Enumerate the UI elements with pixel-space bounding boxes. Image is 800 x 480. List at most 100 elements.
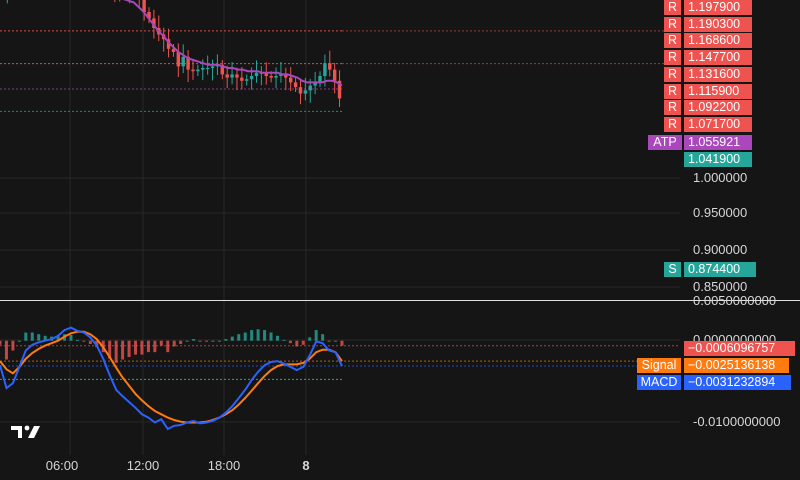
macd-histogram-bar <box>140 340 144 355</box>
candle-body <box>245 79 249 81</box>
candle-body <box>328 63 332 70</box>
price-tick-label: 0.850000 <box>693 279 747 294</box>
candle-body <box>274 76 278 78</box>
candle-body <box>191 69 195 72</box>
atp-tag: ATP <box>648 135 682 150</box>
resistance-tag: R <box>664 117 681 132</box>
macd-histogram-bar <box>237 334 241 341</box>
resistance-tag: R <box>664 67 681 82</box>
macd-histogram-bar <box>327 340 331 342</box>
macd-histogram-bar <box>275 335 279 341</box>
candle-body <box>298 87 303 94</box>
macd-histogram-bar <box>230 336 234 341</box>
candle-body <box>269 76 273 78</box>
resistance-tag: R <box>664 84 681 99</box>
macd-histogram-bar <box>340 340 344 346</box>
candle-body <box>201 68 205 70</box>
candle-body <box>181 56 185 67</box>
tradingview-logo[interactable] <box>10 422 44 442</box>
macd-histogram-bar <box>185 340 189 342</box>
resistance-price-label: 1.168600 <box>684 33 752 48</box>
macd-histogram-bar <box>88 340 92 344</box>
resistance-tag: R <box>664 17 681 32</box>
resistance-price-label: 1.071700 <box>684 117 752 132</box>
atp-value-label: 1.055921 <box>684 135 752 150</box>
macd-histogram-bar <box>159 340 163 346</box>
macd-histogram-bar <box>0 340 2 345</box>
macd-histogram-bar <box>134 340 138 355</box>
macd-histogram-bar <box>204 340 208 342</box>
resistance-price-label: 1.197900 <box>684 0 752 15</box>
signal-name-tag: Signal <box>637 358 681 373</box>
candle-body <box>303 90 308 94</box>
macd-histogram-bar <box>217 340 221 342</box>
candle-body <box>176 52 181 67</box>
resistance-price-label: 1.131600 <box>684 67 752 82</box>
macd-histogram-bar <box>269 332 273 341</box>
macd-tick-label: 0.0050000000 <box>693 293 776 308</box>
signal-value-label: −0.0025136138 <box>684 358 789 373</box>
support-price-label: 0.874400 <box>684 262 756 277</box>
macd-histogram-bar <box>166 340 170 353</box>
time-tick-label: 18:00 <box>208 458 241 473</box>
candle-body <box>240 77 244 81</box>
resistance-price-label: 1.190300 <box>684 17 752 32</box>
resistance-tag: R <box>664 50 681 65</box>
macd-histogram-bar <box>282 339 286 341</box>
resistance-tag: R <box>664 33 681 48</box>
macd-histogram-bar <box>243 332 247 341</box>
time-tick-label: 06:00 <box>46 458 79 473</box>
macd-histogram-bar <box>263 330 267 341</box>
macd-histogram-bar <box>308 337 312 341</box>
macd-histogram-bar <box>82 340 86 342</box>
candle-body <box>332 69 337 81</box>
macd-histogram-bar <box>198 340 202 342</box>
macd-histogram-bar <box>224 339 228 341</box>
resistance-tag: R <box>664 100 681 115</box>
candle-body <box>230 74 234 78</box>
support-tag: S <box>664 262 681 277</box>
macd-histogram-bar <box>127 340 131 358</box>
macd-histogram-bar <box>288 340 292 344</box>
candle-body <box>249 76 254 80</box>
macd-histogram-bar <box>30 332 34 341</box>
macd-tick-label: -0.0100000000 <box>693 414 780 429</box>
price-tick-label: 1.000000 <box>693 170 747 185</box>
candle-body <box>225 74 229 78</box>
macd-histogram-bar <box>69 334 73 341</box>
candle-body <box>205 68 210 69</box>
candle-body <box>288 77 293 83</box>
chart-root: 1.000000 0.950000 0.900000 0.850000 0.005000… <box>0 0 800 480</box>
signal-series-line <box>0 330 343 424</box>
macd-histogram-bar <box>321 334 325 341</box>
histogram-value-label: −0.0006096757 <box>684 341 795 356</box>
last-price-label: 1.041900 <box>684 152 752 167</box>
macd-histogram-bar <box>121 340 125 360</box>
resistance-price-label: 1.115900 <box>684 84 752 99</box>
resistance-tag: R <box>664 0 681 15</box>
macd-name-tag: MACD <box>637 375 681 390</box>
candle-body <box>235 74 239 78</box>
macd-histogram-bar <box>314 330 318 341</box>
macd-histogram-bar <box>4 340 8 360</box>
time-tick-label: 8 <box>302 458 309 473</box>
time-tick-label: 12:00 <box>127 458 160 473</box>
candle-body <box>323 63 327 76</box>
macd-histogram-bar <box>75 339 79 341</box>
macd-histogram-bar <box>146 340 150 353</box>
macd-histogram-bar <box>24 332 28 341</box>
macd-histogram-bar <box>114 340 118 363</box>
candle-body <box>210 66 215 68</box>
macd-histogram-bar <box>17 340 21 342</box>
macd-histogram-bar <box>153 340 157 353</box>
macd-histogram-bar <box>192 339 196 341</box>
macd-histogram-bar <box>37 334 41 341</box>
macd-histogram-bar <box>250 330 254 341</box>
macd-histogram-bar <box>211 340 215 342</box>
resistance-price-label: 1.147700 <box>684 50 752 65</box>
macd-histogram-bar <box>179 340 183 344</box>
resistance-price-label: 1.092200 <box>684 100 752 115</box>
candle-body <box>196 69 200 72</box>
macd-value-label: −0.0031232894 <box>684 375 791 390</box>
macd-histogram-bar <box>256 329 260 341</box>
